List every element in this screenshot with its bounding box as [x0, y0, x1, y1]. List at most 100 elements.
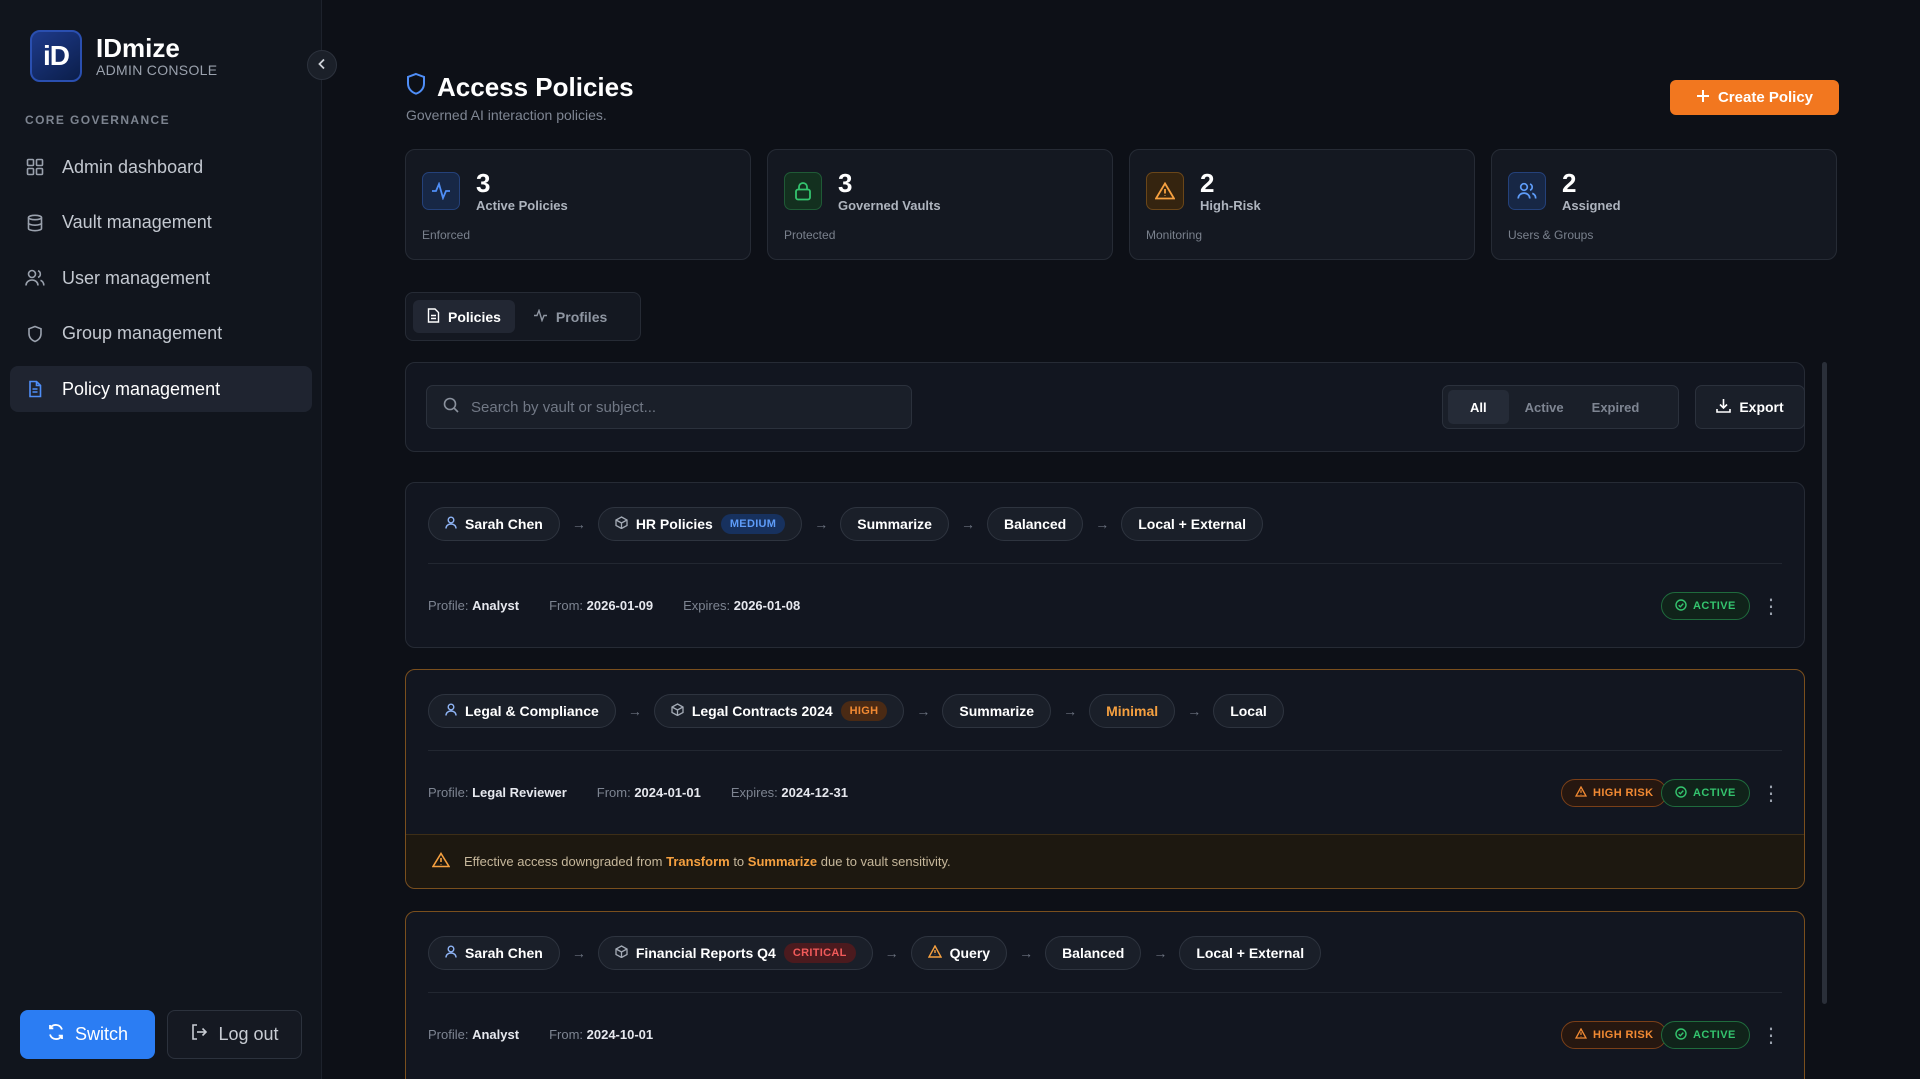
scrollbar[interactable]: [1822, 362, 1827, 1004]
vault-pill[interactable]: Legal Contracts 2024 HIGH: [653, 694, 905, 728]
search-icon: [443, 397, 459, 418]
lock-icon: [784, 172, 822, 210]
warning-text: Effective access downgraded from Transfo…: [464, 854, 951, 869]
arrow-right-icon: →: [1095, 516, 1110, 532]
create-policy-button[interactable]: Create Policy: [1670, 80, 1839, 115]
more-options-icon[interactable]: ⋮: [1761, 1021, 1781, 1049]
logout-button[interactable]: Log out: [167, 1010, 302, 1059]
search-box: [426, 385, 912, 429]
stat-label: Governed Vaults: [838, 198, 941, 213]
plus-icon: [1696, 89, 1710, 107]
collapse-sidebar-button[interactable]: [307, 50, 337, 80]
action-pill[interactable]: Summarize: [942, 694, 1052, 728]
switch-button[interactable]: Switch: [20, 1010, 155, 1059]
export-button[interactable]: Export: [1695, 385, 1805, 429]
warning-icon: [927, 944, 942, 961]
status-badge: ACTIVE: [1661, 1021, 1750, 1049]
meta-profile: Profile: Analyst: [428, 598, 520, 613]
status-filter: All Active Expired: [1442, 385, 1679, 429]
user-icon: [445, 703, 457, 719]
users-icon: [1508, 172, 1546, 210]
sensitivity-badge: CRITICAL: [783, 943, 856, 963]
sidebar-item-admin-dashboard[interactable]: Admin dashboard: [10, 144, 312, 190]
scope-pill[interactable]: Local + External: [1179, 936, 1322, 970]
mode-pill[interactable]: Minimal: [1089, 694, 1176, 728]
policy-chain: Sarah Chen → HR Policies MEDIUM → Summar…: [428, 507, 1263, 541]
meta-expires: Expires: 2024-12-31: [730, 785, 848, 800]
page-title-text: Access Policies: [437, 72, 634, 102]
subject-pill[interactable]: Sarah Chen: [428, 507, 560, 541]
sidebar-item-vault-management[interactable]: Vault management: [10, 200, 312, 246]
risk-badge: HIGH RISK: [1561, 1021, 1668, 1049]
scope-pill[interactable]: Local: [1213, 694, 1284, 728]
subject-pill[interactable]: Sarah Chen: [428, 936, 560, 970]
brand-text: IDmize ADMIN CONSOLE: [96, 34, 217, 78]
filter-active[interactable]: Active: [1513, 390, 1576, 424]
tab-profiles[interactable]: Profiles: [519, 300, 621, 333]
policy-meta: Profile: Legal Reviewer From: 2024-01-01…: [428, 785, 848, 800]
sidebar-item-policy-management[interactable]: Policy management: [10, 366, 312, 412]
section-label: CORE GOVERNANCE: [25, 113, 171, 127]
stat-card-assigned: 2 Assigned Users & Groups: [1491, 149, 1837, 260]
vault-pill[interactable]: HR Policies MEDIUM: [597, 507, 803, 541]
stat-card-high-risk: 2 High-Risk Monitoring: [1129, 149, 1475, 260]
switch-label: Switch: [74, 1024, 128, 1044]
risk-badge: HIGH RISK: [1561, 779, 1668, 807]
arrow-right-icon: →: [571, 516, 586, 532]
filter-all[interactable]: All: [1448, 390, 1509, 424]
arrow-right-icon: →: [571, 945, 586, 961]
brand-subtitle: ADMIN CONSOLE: [96, 62, 218, 78]
user-icon: [445, 945, 457, 961]
stat-label: Assigned: [1562, 198, 1621, 213]
view-tabs: Policies Profiles: [405, 292, 641, 341]
policy-toolbar: All Active Expired Export: [405, 362, 1805, 452]
activity-icon: [533, 307, 548, 325]
more-options-icon[interactable]: ⋮: [1761, 592, 1781, 620]
sidebar-item-group-management[interactable]: Group management: [10, 311, 312, 357]
policy-card: Legal & Compliance → Legal Contracts 202…: [405, 669, 1805, 889]
sidebar-item-user-management[interactable]: User management: [10, 255, 312, 301]
arrow-right-icon: →: [1153, 945, 1168, 961]
stat-foot: Users & Groups: [1508, 228, 1594, 242]
sidebar-item-label: Admin dashboard: [62, 156, 204, 177]
mode-pill[interactable]: Balanced: [1045, 936, 1142, 970]
cube-icon: [615, 945, 628, 961]
tab-policies[interactable]: Policies: [413, 300, 515, 333]
warning-icon: [1574, 785, 1588, 800]
sidebar: iD IDmize ADMIN CONSOLE CORE GOVERNANCE …: [0, 0, 322, 1079]
status-badge: ACTIVE: [1661, 592, 1750, 620]
brand-name: IDmize: [96, 33, 180, 63]
divider: [428, 992, 1782, 993]
users-icon: [24, 267, 46, 289]
action-pill[interactable]: Query: [910, 936, 1008, 970]
filter-expired[interactable]: Expired: [1580, 390, 1652, 424]
cube-icon: [671, 703, 684, 719]
page-header: Access Policies Governed AI interaction …: [405, 72, 634, 123]
sidebar-item-label: Vault management: [62, 212, 212, 232]
page-title: Access Policies: [405, 72, 634, 103]
scope-pill[interactable]: Local + External: [1121, 507, 1263, 541]
vault-name: Financial Reports Q4: [635, 945, 776, 961]
search-input[interactable]: [471, 398, 891, 416]
divider: [428, 750, 1782, 751]
cube-icon: [615, 516, 628, 532]
stat-foot: Monitoring: [1146, 228, 1203, 242]
arrow-right-icon: →: [1063, 703, 1078, 719]
vault-pill[interactable]: Financial Reports Q4 CRITICAL: [597, 936, 873, 970]
mode-pill[interactable]: Balanced: [986, 507, 1084, 541]
meta-profile: Profile: Analyst: [428, 1027, 520, 1042]
more-options-icon[interactable]: ⋮: [1761, 779, 1781, 807]
subject-name: Sarah Chen: [465, 945, 543, 961]
action-pill[interactable]: Summarize: [840, 507, 949, 541]
subject-pill[interactable]: Legal & Compliance: [428, 694, 616, 728]
warning-icon: [431, 851, 451, 871]
brand[interactable]: iD IDmize ADMIN CONSOLE: [30, 30, 217, 82]
main-content: Access Policies Governed AI interaction …: [322, 0, 1920, 1079]
shield-icon: [405, 72, 427, 103]
arrow-right-icon: →: [916, 703, 931, 719]
page-subtitle: Governed AI interaction policies.: [406, 107, 607, 123]
policy-chain: Legal & Compliance → Legal Contracts 202…: [428, 694, 1284, 728]
arrow-right-icon: →: [814, 516, 829, 532]
user-icon: [445, 516, 457, 532]
stat-value: 2: [1200, 168, 1215, 198]
